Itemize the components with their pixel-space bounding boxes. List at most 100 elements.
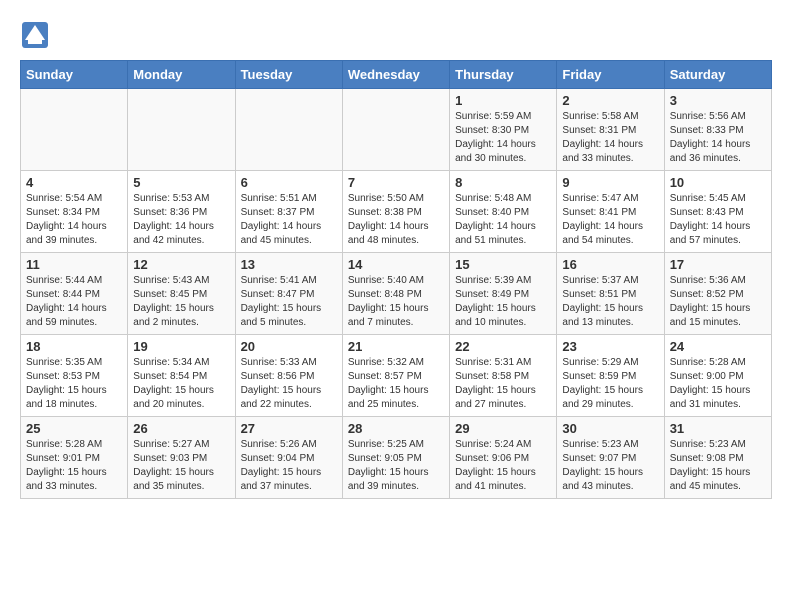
- calendar-cell: 21Sunrise: 5:32 AM Sunset: 8:57 PM Dayli…: [342, 335, 449, 417]
- day-number: 15: [455, 257, 551, 272]
- calendar-cell: 20 Sunrise: 5:33 AM Sunset: 8:56 PM Dayli…: [235, 335, 342, 417]
- calendar-cell: 2 Sunrise: 5:58 AM Sunset: 8:31 PM Daylig…: [557, 89, 664, 171]
- day-info: Sunrise: 5:23 AM Sunset: 9:08 PM Dayligh…: [670, 438, 766, 494]
- day-info: Sunrise: 5:50 AM Sunset: 8:38 PM Dayligh…: [348, 192, 444, 248]
- day-info: Sunrise: 5:48 AM Sunset: 8:40 PM Dayligh…: [455, 192, 551, 248]
- day-number: 14: [348, 257, 444, 272]
- day-number: 5: [133, 175, 229, 190]
- day-info: Sunrise: 5:43 AM Sunset: 8:45 PM Dayligh…: [133, 274, 229, 330]
- day-number: 21: [348, 339, 444, 354]
- calendar-cell: 7Sunrise: 5:50 AM Sunset: 8:38 PM Daylig…: [342, 171, 449, 253]
- col-header-saturday: Saturday: [664, 61, 771, 89]
- calendar-week-2: 4 Sunrise: 5:54 AM Sunset: 8:34 PM Daylig…: [21, 171, 772, 253]
- calendar-week-5: 25 Sunrise: 5:28 AM Sunset: 9:01 PM Dayli…: [21, 417, 772, 499]
- day-number: 2: [562, 93, 658, 108]
- calendar-cell: 29 Sunrise: 5:24 AM Sunset: 9:06 PM Dayli…: [450, 417, 557, 499]
- day-number: 29: [455, 421, 551, 436]
- day-number: 23: [562, 339, 658, 354]
- calendar-cell: 16 Sunrise: 5:37 AM Sunset: 8:51 PM Dayli…: [557, 253, 664, 335]
- logo-icon: [20, 20, 50, 50]
- calendar-cell: [342, 89, 449, 171]
- calendar-cell: 9 Sunrise: 5:47 AM Sunset: 8:41 PM Daylig…: [557, 171, 664, 253]
- day-info: Sunrise: 5:28 AM Sunset: 9:00 PM Dayligh…: [670, 356, 766, 412]
- day-number: 6: [241, 175, 337, 190]
- calendar-cell: [235, 89, 342, 171]
- day-number: 11: [26, 257, 122, 272]
- day-info: Sunrise: 5:34 AM Sunset: 8:54 PM Dayligh…: [133, 356, 229, 412]
- calendar-cell: 14 Sunrise: 5:40 AM Sunset: 8:48 PM Dayli…: [342, 253, 449, 335]
- page-header: [20, 20, 772, 50]
- day-info: Sunrise: 5:28 AM Sunset: 9:01 PM Dayligh…: [26, 438, 122, 494]
- calendar-cell: 3 Sunrise: 5:56 AM Sunset: 8:33 PM Daylig…: [664, 89, 771, 171]
- day-number: 4: [26, 175, 122, 190]
- day-info: Sunrise: 5:45 AM Sunset: 8:43 PM Dayligh…: [670, 192, 766, 248]
- day-info: Sunrise: 5:26 AM Sunset: 9:04 PM Dayligh…: [241, 438, 337, 494]
- day-info: Sunrise: 5:40 AM Sunset: 8:48 PM Dayligh…: [348, 274, 444, 330]
- day-info: Sunrise: 5:37 AM Sunset: 8:51 PM Dayligh…: [562, 274, 658, 330]
- day-number: 26: [133, 421, 229, 436]
- day-number: 13: [241, 257, 337, 272]
- day-info: Sunrise: 5:54 AM Sunset: 8:34 PM Dayligh…: [26, 192, 122, 248]
- day-info: Sunrise: 5:23 AM Sunset: 9:07 PM Dayligh…: [562, 438, 658, 494]
- day-info: Sunrise: 5:56 AM Sunset: 8:33 PM Dayligh…: [670, 110, 766, 166]
- calendar-cell: 10 Sunrise: 5:45 AM Sunset: 8:43 PM Dayli…: [664, 171, 771, 253]
- calendar-week-1: 1 Sunrise: 5:59 AM Sunset: 8:30 PM Daylig…: [21, 89, 772, 171]
- day-info: Sunrise: 5:24 AM Sunset: 9:06 PM Dayligh…: [455, 438, 551, 494]
- day-info: Sunrise: 5:59 AM Sunset: 8:30 PM Dayligh…: [455, 110, 551, 166]
- day-number: 9: [562, 175, 658, 190]
- calendar-cell: 23 Sunrise: 5:29 AM Sunset: 8:59 PM Dayli…: [557, 335, 664, 417]
- col-header-tuesday: Tuesday: [235, 61, 342, 89]
- calendar-cell: [128, 89, 235, 171]
- day-number: 8: [455, 175, 551, 190]
- day-info: Sunrise: 5:29 AM Sunset: 8:59 PM Dayligh…: [562, 356, 658, 412]
- day-info: Sunrise: 5:39 AM Sunset: 8:49 PM Dayligh…: [455, 274, 551, 330]
- calendar-cell: 18 Sunrise: 5:35 AM Sunset: 8:53 PM Dayli…: [21, 335, 128, 417]
- day-info: Sunrise: 5:58 AM Sunset: 8:31 PM Dayligh…: [562, 110, 658, 166]
- day-number: 3: [670, 93, 766, 108]
- day-number: 22: [455, 339, 551, 354]
- calendar-cell: 8 Sunrise: 5:48 AM Sunset: 8:40 PM Daylig…: [450, 171, 557, 253]
- day-info: Sunrise: 5:33 AM Sunset: 8:56 PM Dayligh…: [241, 356, 337, 412]
- day-number: 16: [562, 257, 658, 272]
- day-number: 31: [670, 421, 766, 436]
- calendar-cell: 17Sunrise: 5:36 AM Sunset: 8:52 PM Dayli…: [664, 253, 771, 335]
- header-row: SundayMondayTuesdayWednesdayThursdayFrid…: [21, 61, 772, 89]
- calendar-cell: 4 Sunrise: 5:54 AM Sunset: 8:34 PM Daylig…: [21, 171, 128, 253]
- day-number: 24: [670, 339, 766, 354]
- day-info: Sunrise: 5:44 AM Sunset: 8:44 PM Dayligh…: [26, 274, 122, 330]
- day-number: 18: [26, 339, 122, 354]
- day-number: 10: [670, 175, 766, 190]
- day-info: Sunrise: 5:41 AM Sunset: 8:47 PM Dayligh…: [241, 274, 337, 330]
- day-number: 12: [133, 257, 229, 272]
- day-info: Sunrise: 5:53 AM Sunset: 8:36 PM Dayligh…: [133, 192, 229, 248]
- day-number: 19: [133, 339, 229, 354]
- calendar-cell: 28Sunrise: 5:25 AM Sunset: 9:05 PM Dayli…: [342, 417, 449, 499]
- day-info: Sunrise: 5:27 AM Sunset: 9:03 PM Dayligh…: [133, 438, 229, 494]
- day-number: 30: [562, 421, 658, 436]
- calendar-cell: 15 Sunrise: 5:39 AM Sunset: 8:49 PM Dayli…: [450, 253, 557, 335]
- calendar-week-3: 11 Sunrise: 5:44 AM Sunset: 8:44 PM Dayli…: [21, 253, 772, 335]
- calendar-cell: 24 Sunrise: 5:28 AM Sunset: 9:00 PM Dayli…: [664, 335, 771, 417]
- col-header-friday: Friday: [557, 61, 664, 89]
- day-info: Sunrise: 5:47 AM Sunset: 8:41 PM Dayligh…: [562, 192, 658, 248]
- calendar-cell: 25 Sunrise: 5:28 AM Sunset: 9:01 PM Dayli…: [21, 417, 128, 499]
- day-number: 28: [348, 421, 444, 436]
- calendar-cell: 12 Sunrise: 5:43 AM Sunset: 8:45 PM Dayli…: [128, 253, 235, 335]
- day-info: Sunrise: 5:36 AM Sunset: 8:52 PM Dayligh…: [670, 274, 766, 330]
- day-number: 1: [455, 93, 551, 108]
- day-info: Sunrise: 5:35 AM Sunset: 8:53 PM Dayligh…: [26, 356, 122, 412]
- day-number: 25: [26, 421, 122, 436]
- day-info: Sunrise: 5:31 AM Sunset: 8:58 PM Dayligh…: [455, 356, 551, 412]
- calendar-cell: 26 Sunrise: 5:27 AM Sunset: 9:03 PM Dayli…: [128, 417, 235, 499]
- calendar-cell: 19 Sunrise: 5:34 AM Sunset: 8:54 PM Dayli…: [128, 335, 235, 417]
- calendar-cell: 13 Sunrise: 5:41 AM Sunset: 8:47 PM Dayli…: [235, 253, 342, 335]
- col-header-sunday: Sunday: [21, 61, 128, 89]
- calendar-cell: 1 Sunrise: 5:59 AM Sunset: 8:30 PM Daylig…: [450, 89, 557, 171]
- calendar-cell: 30 Sunrise: 5:23 AM Sunset: 9:07 PM Dayli…: [557, 417, 664, 499]
- calendar-week-4: 18 Sunrise: 5:35 AM Sunset: 8:53 PM Dayli…: [21, 335, 772, 417]
- calendar-table: SundayMondayTuesdayWednesdayThursdayFrid…: [20, 60, 772, 499]
- calendar-cell: 31 Sunrise: 5:23 AM Sunset: 9:08 PM Dayli…: [664, 417, 771, 499]
- day-number: 20: [241, 339, 337, 354]
- calendar-cell: 6Sunrise: 5:51 AM Sunset: 8:37 PM Daylig…: [235, 171, 342, 253]
- col-header-thursday: Thursday: [450, 61, 557, 89]
